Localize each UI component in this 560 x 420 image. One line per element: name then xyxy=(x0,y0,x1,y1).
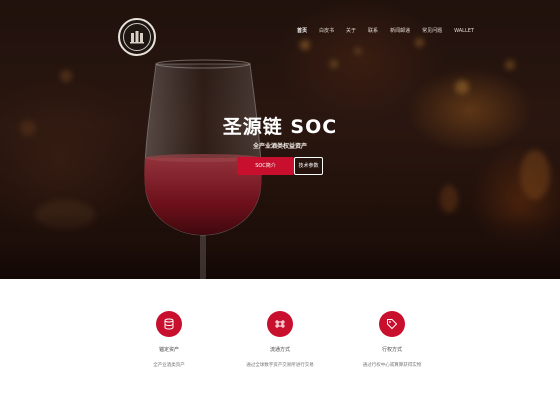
nav-item-wallet[interactable]: WALLET xyxy=(454,25,474,37)
hero-title: 圣源链 SOC xyxy=(222,116,338,138)
tag-icon xyxy=(379,311,405,337)
nav-item-home[interactable]: 首页 xyxy=(297,25,307,37)
nav-item-whitepaper[interactable]: 白皮书 xyxy=(319,25,334,37)
features-section: 锚定资产 全产业酒类资产 流通方式 通过全球数字资产交易所进行交易 行权方式 通… xyxy=(0,279,560,420)
soc-intro-button[interactable]: SOC简介 xyxy=(237,157,294,175)
site-logo[interactable] xyxy=(118,18,156,56)
nav-item-newsletter[interactable]: 新闻邮递 xyxy=(390,25,410,37)
hero-subtitle: 全产业酒类权益资产 xyxy=(252,143,307,150)
feature-title: 行权方式 xyxy=(381,347,402,353)
database-icon xyxy=(156,311,182,337)
main-nav: 首页 白皮书 关于 联系 新闻邮递 常见问题 WALLET xyxy=(297,25,486,37)
hero-banner: 首页 白皮书 关于 联系 新闻邮递 常见问题 WALLET 圣源链 SOC 全产… xyxy=(0,0,560,279)
feature-desc: 通过行权中心或算算获得实物 xyxy=(362,363,422,368)
nav-item-about[interactable]: 关于 xyxy=(346,25,356,37)
logo-emblem-icon xyxy=(123,23,151,51)
hero-overlay xyxy=(0,0,560,279)
feature-exercise: 行权方式 通过行权中心或算算获得实物 xyxy=(322,311,462,368)
command-icon xyxy=(267,311,293,337)
nav-item-faq[interactable]: 常见问题 xyxy=(422,25,442,37)
tech-specs-button[interactable]: 技术参数 xyxy=(294,157,323,175)
nav-item-contact[interactable]: 联系 xyxy=(368,25,378,37)
